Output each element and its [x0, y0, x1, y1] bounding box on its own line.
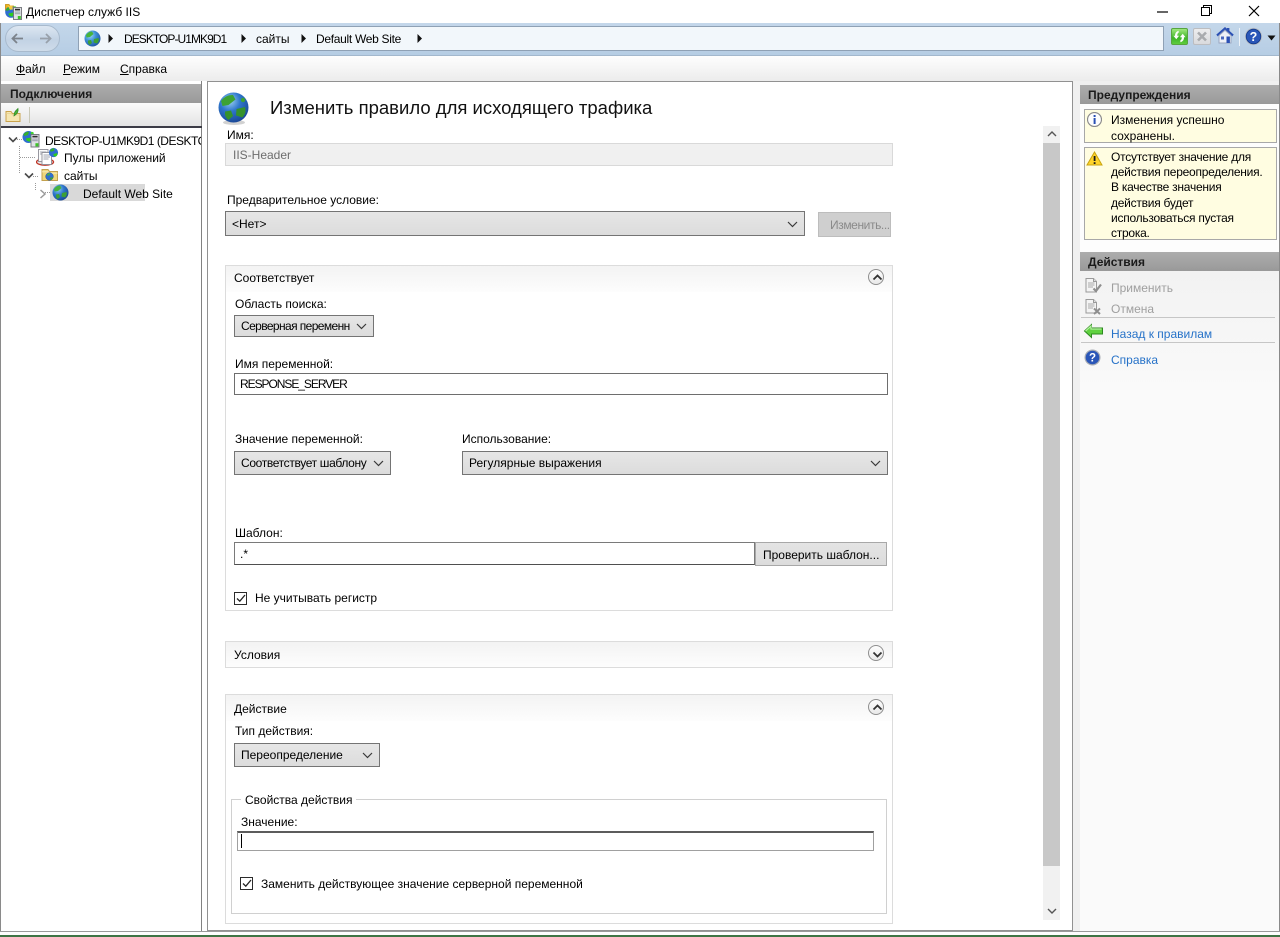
svg-text:?: ? [1089, 353, 1096, 365]
svg-text:?: ? [1250, 30, 1258, 44]
